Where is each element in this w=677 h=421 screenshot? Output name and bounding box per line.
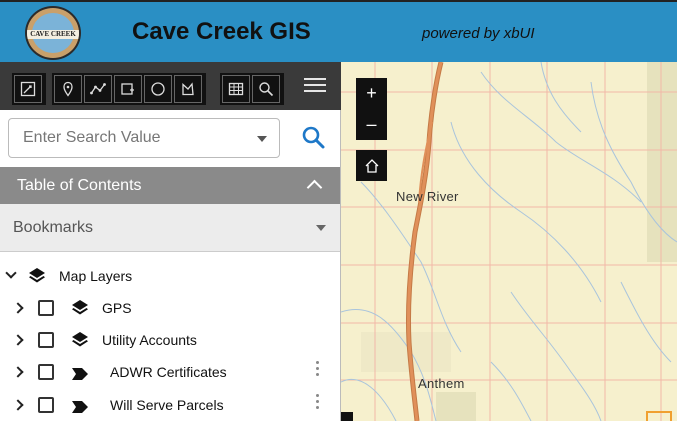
search-button-icon[interactable] [300,124,326,150]
home-button[interactable] [356,150,387,181]
layers-icon [72,300,88,315]
toolbar [0,62,341,110]
layer-options-icon[interactable] [316,394,320,414]
table-of-contents-header[interactable]: Table of Contents [0,167,340,204]
edit-tool-button[interactable] [14,75,42,103]
hamburger-icon[interactable] [304,78,326,96]
chevron-right-icon[interactable] [12,334,24,346]
draw-polyline-button[interactable] [84,75,112,103]
layer-label: GPS [102,300,132,316]
toolbar-group-draw [52,73,206,105]
chevron-right-icon[interactable] [12,399,24,411]
caret-down-icon [316,225,326,231]
search-input[interactable] [9,119,249,157]
layers-icon [72,332,88,347]
draw-circle-button[interactable] [144,75,172,103]
toolbar-group-edit [12,73,46,105]
attribute-table-button[interactable] [222,75,250,103]
layer-visibility-checkbox[interactable] [38,364,54,380]
circle-icon [151,82,165,96]
toolbar-group-tools [220,73,284,105]
draw-polygon-button[interactable] [114,75,142,103]
edit-icon [20,81,36,97]
table-icon [228,82,244,96]
side-panel: Table of Contents Bookmarks Map Layers G… [0,62,341,421]
draw-freehand-button[interactable] [174,75,202,103]
layer-row-will-serve-parcels[interactable]: Will Serve Parcels [0,391,340,421]
bookmarks-label: Bookmarks [13,219,94,236]
cave-creek-logo: CAVE CREEK [25,6,81,60]
layer-visibility-checkbox[interactable] [38,397,54,413]
chevron-right-icon[interactable] [12,302,24,314]
place-label-anthem: Anthem [418,376,465,391]
layer-visibility-checkbox[interactable] [38,332,54,348]
layer-label: Utility Accounts [102,332,197,348]
map-canvas [341,62,677,421]
chevron-right-icon[interactable] [12,366,24,378]
feature-layer-icon [72,368,88,380]
layer-group-map-layers[interactable]: Map Layers [0,262,340,292]
point-icon [63,81,73,97]
zoom-control: + – [356,78,387,140]
freehand-icon [182,82,194,96]
powered-by-text: powered by xbUI [422,25,535,42]
feature-layer-icon [72,401,88,413]
chevron-down-icon[interactable] [5,267,17,279]
search-select [8,118,280,158]
chevron-up-icon[interactable] [306,179,323,196]
layer-label: Map Layers [59,268,133,284]
search-dropdown-caret-icon[interactable] [257,136,267,142]
toc-title: Table of Contents [17,177,142,194]
layers-icon [29,268,45,283]
home-icon [365,158,378,173]
app-header: CAVE CREEK Cave Creek GIS powered by xbU… [0,0,677,62]
draw-point-button[interactable] [54,75,82,103]
place-label-new-river: New River [396,189,459,204]
app-title: Cave Creek GIS [132,18,311,45]
layer-visibility-checkbox[interactable] [38,300,54,316]
identify-search-button[interactable] [252,75,280,103]
layer-label: ADWR Certificates [110,364,227,380]
layer-row-utility-accounts[interactable]: Utility Accounts [0,326,340,356]
layer-row-gps[interactable]: GPS [0,294,340,324]
layer-label: Will Serve Parcels [110,397,224,413]
polyline-icon [90,83,106,95]
polygon-icon [121,83,134,95]
bookmarks-dropdown[interactable]: Bookmarks [0,204,340,252]
map-view[interactable] [341,62,677,421]
search-icon [259,82,274,97]
zoom-in-button[interactable]: + [356,78,387,109]
layer-options-icon[interactable] [316,361,320,381]
zoom-out-button[interactable]: – [356,109,387,140]
layer-row-adwr-certificates[interactable]: ADWR Certificates [0,358,340,388]
